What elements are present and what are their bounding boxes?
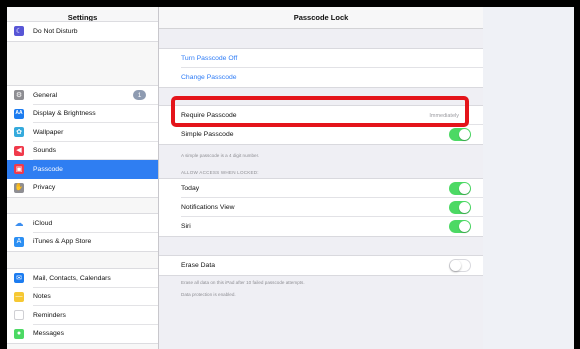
erase-data-note: Erase all data on this iPad after 10 fai… — [181, 280, 305, 285]
sidebar-item-privacy[interactable]: ✋ Privacy — [7, 179, 158, 198]
simple-passcode-row: Simple Passcode — [159, 125, 483, 144]
toggle-knob — [459, 202, 470, 213]
erase-data-row: Erase Data — [159, 256, 483, 275]
today-row: Today — [159, 179, 483, 198]
toggle-knob — [459, 183, 470, 194]
sidebar-item-label: Do Not Disturb — [33, 27, 78, 35]
hand-icon: ✋ — [14, 182, 24, 193]
sidebar-item-notes[interactable]: — Notes — [7, 288, 158, 307]
sidebar-item-do-not-disturb[interactable]: ☾ Do Not Disturb — [7, 22, 158, 41]
lock-icon: ▣ — [14, 164, 24, 175]
sidebar-item-messages[interactable]: ● Messages — [7, 325, 158, 344]
sidebar-item-label: Privacy — [33, 184, 56, 192]
erase-data-group: Erase Data — [159, 255, 483, 276]
device-frame: Settings ☾ Do Not Disturb ⚙ General 1 AA… — [0, 0, 580, 349]
reminders-icon — [14, 310, 24, 321]
allow-access-header: ALLOW ACCESS WHEN LOCKED: — [181, 170, 259, 175]
sidebar-item-label: Display & Brightness — [33, 110, 96, 118]
sidebar-item-label: Passcode — [33, 165, 63, 173]
sidebar-item-label: Wallpaper — [33, 128, 64, 136]
sidebar-item-mail-contacts-calendars[interactable]: ✉ Mail, Contacts, Calendars — [7, 269, 158, 288]
brightness-icon: AA — [14, 108, 24, 119]
moon-icon: ☾ — [14, 26, 24, 37]
passcode-detail-pane: Passcode Lock Turn Passcode Off Change P… — [159, 7, 483, 349]
siri-row: Siri — [159, 217, 483, 236]
page-title: Passcode Lock — [293, 13, 349, 22]
erase-data-toggle[interactable] — [449, 259, 471, 272]
turn-passcode-off-link[interactable]: Turn Passcode Off — [181, 55, 471, 62]
notifications-view-row: Notifications View — [159, 198, 483, 217]
sidebar-group-4: ✉ Mail, Contacts, Calendars — Notes Remi… — [7, 268, 158, 344]
sidebar-group-1: ☾ Do Not Disturb — [7, 21, 158, 42]
sidebar-item-sounds[interactable]: ◀ Sounds — [7, 142, 158, 161]
sidebar-item-itunes-app-store[interactable]: A iTunes & App Store — [7, 233, 158, 252]
sidebar-group-3: ☁ iCloud A iTunes & App Store — [7, 213, 158, 252]
simple-passcode-toggle[interactable] — [449, 128, 471, 141]
allow-access-group: Today Notifications View Siri — [159, 178, 483, 237]
simple-passcode-note: A simple passcode is a 4 digit number. — [181, 153, 260, 158]
require-passcode-highlight — [171, 96, 469, 127]
wallpaper-icon: ✿ — [14, 127, 24, 138]
sidebar-item-label: Sounds — [33, 147, 57, 155]
screen: Settings ☾ Do Not Disturb ⚙ General 1 AA… — [7, 7, 574, 349]
mail-icon: ✉ — [14, 273, 24, 284]
data-protection-note: Data protection is enabled. — [181, 292, 236, 297]
notes-icon: — — [14, 291, 24, 302]
sidebar-item-passcode[interactable]: ▣ Passcode — [7, 160, 158, 179]
siri-label: Siri — [181, 223, 191, 230]
toggle-knob — [450, 260, 461, 271]
detail-header: Passcode Lock — [159, 7, 483, 29]
sidebar-item-label: iTunes & App Store — [33, 238, 92, 246]
sidebar-item-label: Mail, Contacts, Calendars — [33, 274, 111, 282]
sidebar-item-label: Messages — [33, 330, 64, 338]
settings-sidebar: Settings ☾ Do Not Disturb ⚙ General 1 AA… — [7, 7, 159, 349]
notification-badge: 1 — [133, 90, 146, 100]
sidebar-item-reminders[interactable]: Reminders — [7, 306, 158, 325]
empty-right-area — [483, 7, 574, 349]
erase-data-label: Erase Data — [181, 262, 216, 269]
sidebar-item-icloud[interactable]: ☁ iCloud — [7, 214, 158, 233]
today-toggle[interactable] — [449, 182, 471, 195]
messages-icon: ● — [14, 328, 24, 339]
sidebar-group-2: ⚙ General 1 AA Display & Brightness ✿ Wa… — [7, 85, 158, 198]
notifications-view-toggle[interactable] — [449, 201, 471, 214]
cloud-icon: ☁ — [14, 217, 24, 229]
sidebar-item-wallpaper[interactable]: ✿ Wallpaper — [7, 123, 158, 142]
sidebar-item-label: iCloud — [33, 219, 53, 227]
sidebar-item-label: General — [33, 91, 58, 99]
change-passcode-link[interactable]: Change Passcode — [181, 74, 471, 81]
passcode-actions-group: Turn Passcode Off Change Passcode — [159, 48, 483, 88]
siri-toggle[interactable] — [449, 220, 471, 233]
toggle-knob — [459, 221, 470, 232]
notifications-view-label: Notifications View — [181, 204, 235, 211]
sidebar-item-general[interactable]: ⚙ General 1 — [7, 86, 158, 105]
appstore-icon: A — [14, 236, 24, 247]
speaker-icon: ◀ — [14, 145, 24, 156]
sidebar-item-label: Notes — [33, 293, 51, 301]
simple-passcode-label: Simple Passcode — [181, 131, 234, 138]
gear-icon: ⚙ — [14, 90, 24, 101]
toggle-knob — [459, 129, 470, 140]
today-label: Today — [181, 185, 200, 192]
change-passcode-row[interactable]: Change Passcode — [159, 68, 483, 87]
turn-passcode-off-row[interactable]: Turn Passcode Off — [159, 49, 483, 68]
sidebar-item-label: Reminders — [33, 311, 66, 319]
sidebar-item-display-brightness[interactable]: AA Display & Brightness — [7, 105, 158, 124]
